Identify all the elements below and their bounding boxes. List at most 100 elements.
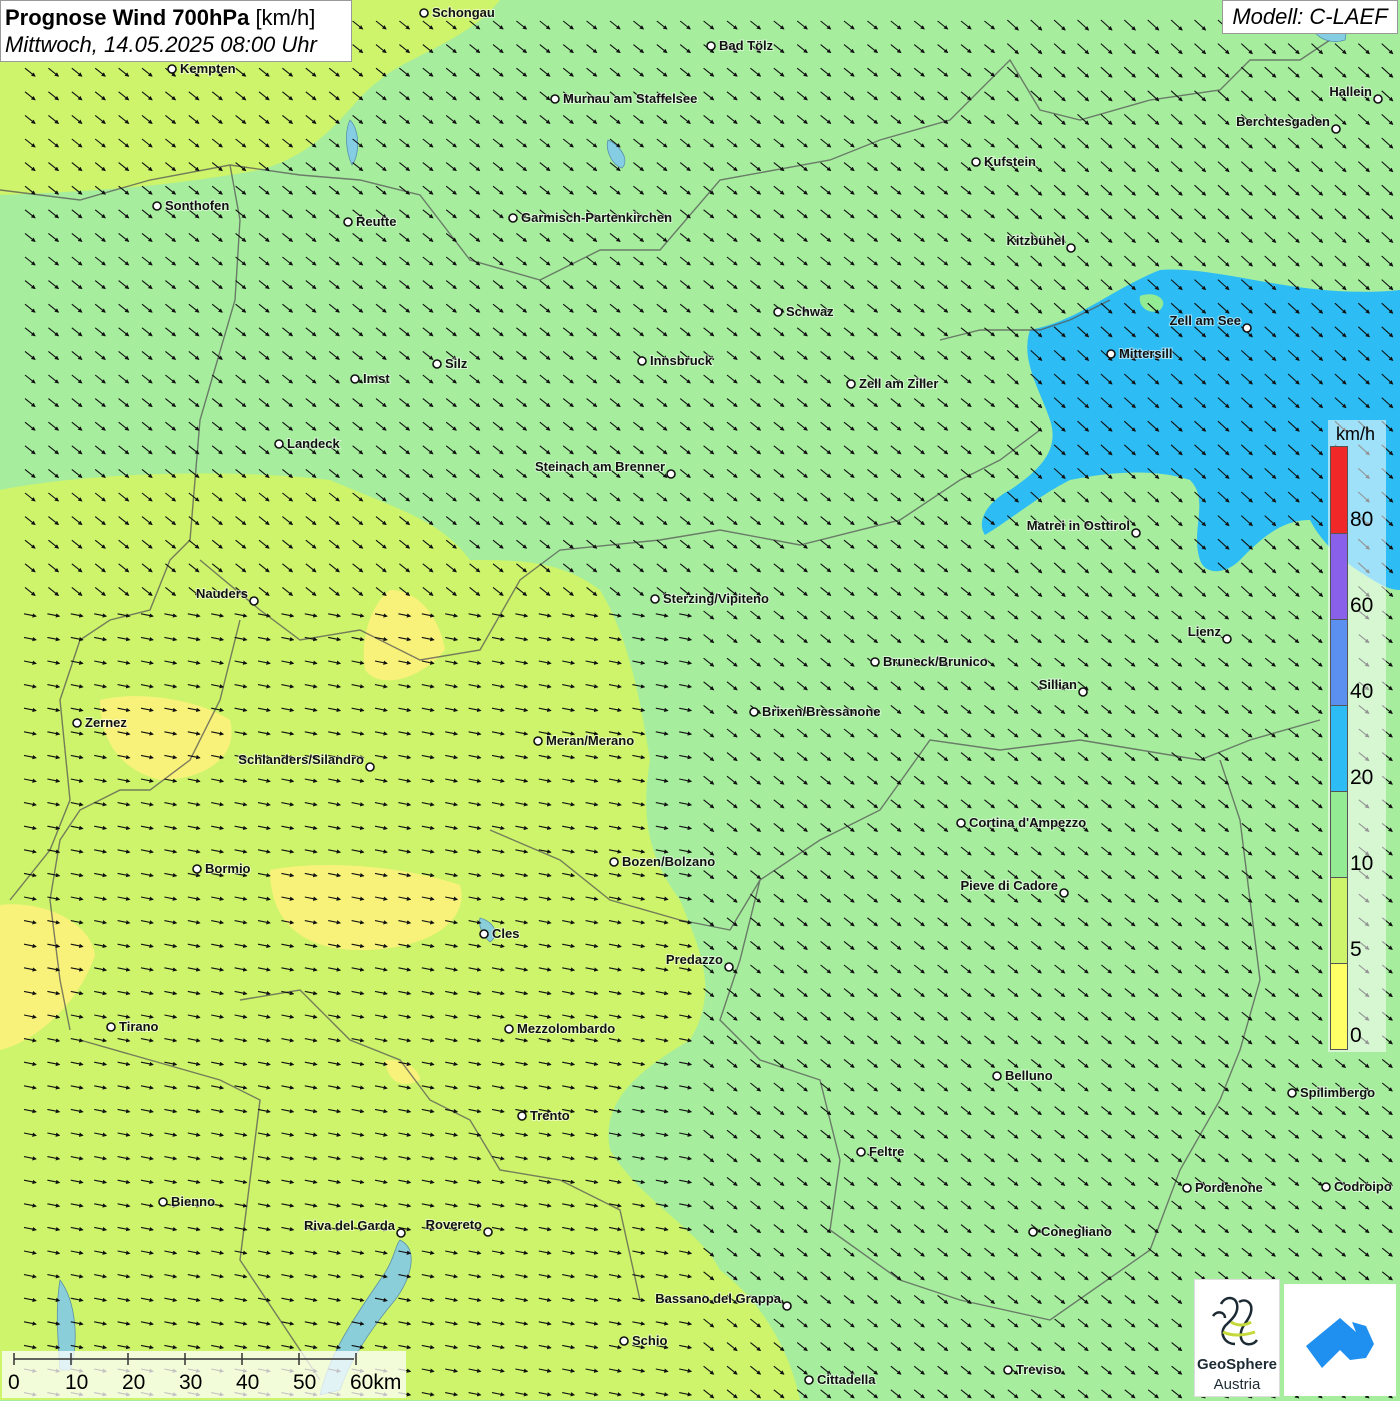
city-label: Treviso xyxy=(1016,1362,1062,1377)
city-marker: Zell am Ziller xyxy=(846,375,939,392)
geosphere-austria-logo[interactable]: GeoSphere Austria xyxy=(1194,1279,1280,1397)
scale-label: 50 xyxy=(293,1371,317,1394)
city-label: Steinach am Brenner xyxy=(535,459,665,474)
city-label: Meran/Merano xyxy=(546,733,634,748)
city-dot-icon xyxy=(249,596,259,606)
city-label: Schwaz xyxy=(786,304,834,319)
city-label: Bormio xyxy=(205,861,251,876)
city-label: Hallein xyxy=(1329,84,1372,99)
city-label: Landeck xyxy=(287,436,341,451)
city-marker: Sonthofen xyxy=(152,197,230,214)
city-dot-icon xyxy=(1078,687,1088,697)
city-dot-icon xyxy=(724,962,734,972)
city-dot-icon xyxy=(533,736,543,746)
city-dot-icon xyxy=(483,1227,493,1237)
city-dot-icon xyxy=(504,1024,514,1034)
city-dot-icon xyxy=(609,857,619,867)
scale-label: 60km xyxy=(350,1371,402,1394)
city-label: Kempten xyxy=(180,61,236,76)
city-dot-icon xyxy=(956,818,966,828)
city-marker: Cortina d'Ampezzo xyxy=(956,814,1087,831)
legend-color-segment xyxy=(1331,963,1347,1049)
city-label: Codroipo xyxy=(1334,1179,1392,1194)
city-label: Mezzolombardo xyxy=(517,1021,615,1036)
city-label: Predazzo xyxy=(666,952,723,967)
city-marker: Meran/Merano xyxy=(533,732,635,749)
city-label: Matrei in Osttirol xyxy=(1027,518,1130,533)
city-label: Schongau xyxy=(432,5,495,20)
city-marker: Schongau xyxy=(419,4,496,21)
city-dot-icon xyxy=(749,707,759,717)
city-label: Nauders xyxy=(196,586,248,601)
city-label: Garmisch-Partenkirchen xyxy=(521,210,672,225)
city-label: Cortina d'Ampezzo xyxy=(969,815,1086,830)
scale-label: 40 xyxy=(236,1371,260,1394)
city-label: Imst xyxy=(363,371,390,386)
city-dot-icon xyxy=(508,213,518,223)
city-dot-icon xyxy=(619,1336,629,1346)
legend-color-segment xyxy=(1331,877,1347,964)
city-label: Lienz xyxy=(1188,624,1222,639)
city-marker: Mezzolombardo xyxy=(504,1020,616,1037)
city-marker: Bozen/Bolzano xyxy=(609,853,716,870)
city-dot-icon xyxy=(1242,323,1252,333)
map-title: Prognose Wind 700hPa [km/h] xyxy=(5,4,347,32)
city-dot-icon xyxy=(343,217,353,227)
city-label: Conegliano xyxy=(1041,1224,1112,1239)
city-label: Schio xyxy=(632,1333,667,1348)
city-label: Brixen/Bressanone xyxy=(762,704,881,719)
city-dot-icon xyxy=(1321,1182,1331,1192)
city-dot-icon xyxy=(432,359,442,369)
city-dot-icon xyxy=(1059,888,1069,898)
city-label: Bassano del Grappa xyxy=(655,1291,781,1306)
app-arrow-icon xyxy=(1306,1318,1374,1368)
city-label: Innsbruck xyxy=(650,353,713,368)
city-dot-icon xyxy=(782,1301,792,1311)
legend-tick-label: 60 xyxy=(1350,594,1374,617)
legend-colorbar xyxy=(1330,446,1348,1050)
city-label: Trento xyxy=(530,1108,570,1123)
legend-tick-label: 0 xyxy=(1350,1024,1362,1047)
city-marker: Innsbruck xyxy=(637,352,714,369)
legend-color-segment xyxy=(1331,705,1347,792)
scale-label: 0 xyxy=(8,1371,20,1394)
city-label: Kitzbühel xyxy=(1007,233,1066,248)
title-main: Prognose Wind 700hPa xyxy=(5,5,250,30)
legend-tick-label: 10 xyxy=(1350,852,1374,875)
city-marker: Conegliano xyxy=(1028,1223,1113,1240)
legend-color-segment xyxy=(1331,619,1347,706)
city-marker: Pordenone xyxy=(1182,1179,1264,1196)
city-marker: Garmisch-Partenkirchen xyxy=(508,209,673,226)
city-dot-icon xyxy=(870,657,880,667)
city-dot-icon xyxy=(152,201,162,211)
city-label: Sillian xyxy=(1039,677,1077,692)
city-label: Cles xyxy=(492,926,519,941)
city-dot-icon xyxy=(992,1071,1002,1081)
legend-tick-label: 20 xyxy=(1350,766,1374,789)
legend-tick-label: 80 xyxy=(1350,508,1374,531)
city-label: Sterzing/Vipiteno xyxy=(663,591,769,606)
city-label: Mittersill xyxy=(1119,346,1172,361)
city-dot-icon xyxy=(1373,94,1383,104)
city-dot-icon xyxy=(1066,243,1076,253)
weather-app-logo[interactable] xyxy=(1284,1284,1396,1396)
city-dot-icon xyxy=(1182,1183,1192,1193)
city-label: Sonthofen xyxy=(165,198,229,213)
title-unit: [km/h] xyxy=(255,5,316,30)
city-marker: Sterzing/Vipiteno xyxy=(650,590,770,607)
city-dot-icon xyxy=(650,594,660,604)
city-marker: Spilimbergo xyxy=(1287,1084,1376,1101)
city-marker: Brixen/Bressanone xyxy=(749,703,882,720)
city-dot-icon xyxy=(550,94,560,104)
scale-bar: 0 10 20 30 40 50 60km xyxy=(2,1351,406,1398)
legend-color-segment xyxy=(1331,447,1347,534)
scale-label: 30 xyxy=(179,1371,203,1394)
wind-map[interactable]: Schongau Bad Tölz Kempten Murnau am Staffel… xyxy=(0,0,1400,1400)
city-dot-icon xyxy=(637,356,647,366)
city-dot-icon xyxy=(1106,349,1116,359)
city-label: Riva del Garda xyxy=(304,1218,396,1233)
title-box: Prognose Wind 700hPa [km/h] Mittwoch, 14… xyxy=(0,0,352,62)
city-dot-icon xyxy=(365,762,375,772)
city-label: Silz xyxy=(445,356,468,371)
geosphere-emblem-icon xyxy=(1211,1296,1259,1346)
